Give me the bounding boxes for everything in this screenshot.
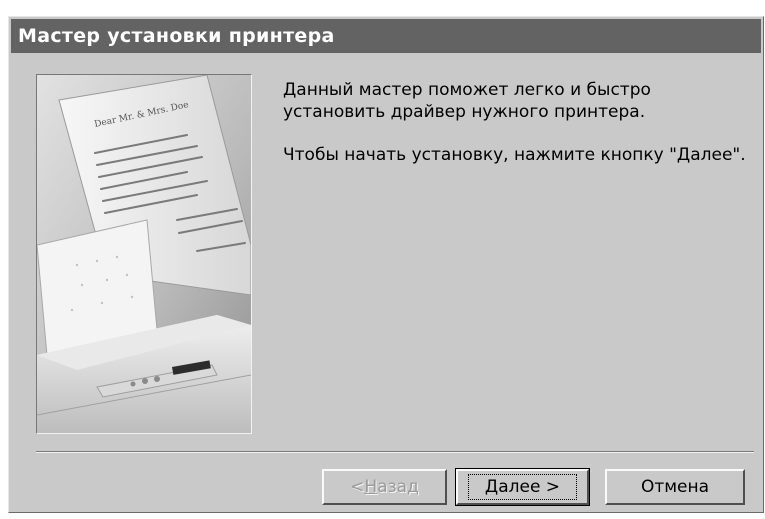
printer-illustration: Dear Mr. & Mrs. Doe bbox=[36, 74, 252, 434]
intro-text: Данный мастер поможет легко и быстро уст… bbox=[283, 79, 753, 123]
back-hotkey: Н bbox=[364, 477, 378, 497]
cancel-button[interactable]: Отмена bbox=[605, 469, 745, 505]
button-separator bbox=[36, 451, 754, 453]
back-rest: азад bbox=[377, 477, 419, 497]
back-button[interactable]: < Назад bbox=[322, 469, 447, 505]
instruction-text: Чтобы начать установку, нажмите кнопку "… bbox=[283, 145, 746, 165]
next-button[interactable]: Далее > bbox=[455, 468, 590, 506]
title-bar[interactable]: Мастер установки принтера bbox=[11, 19, 761, 53]
back-prefix: < bbox=[350, 477, 365, 497]
printer-icon: Dear Mr. & Mrs. Doe bbox=[37, 75, 251, 433]
printer-wizard-window: Мастер установки принтера Dear Mr. & Mrs… bbox=[8, 16, 764, 513]
wizard-description: Данный мастер поможет легко и быстро уст… bbox=[283, 79, 753, 166]
next-label: Далее > bbox=[467, 474, 578, 500]
window-title: Мастер установки принтера bbox=[18, 25, 335, 47]
intro-line-2: установить драйвер нужного принтера. bbox=[283, 102, 646, 122]
intro-line-1: Данный мастер поможет легко и быстро bbox=[283, 80, 651, 100]
cancel-label: Отмена bbox=[640, 477, 710, 497]
